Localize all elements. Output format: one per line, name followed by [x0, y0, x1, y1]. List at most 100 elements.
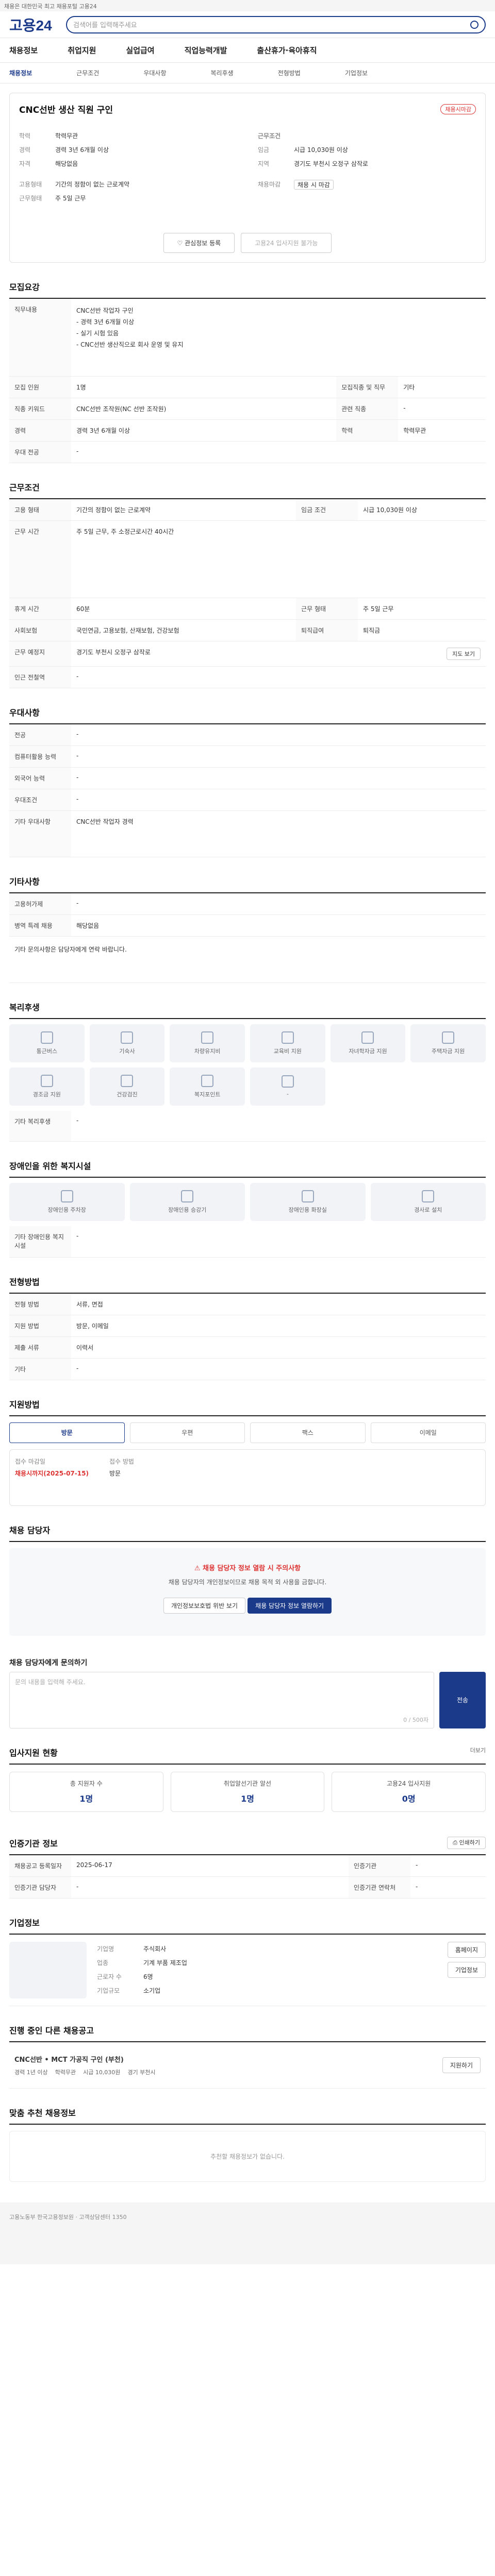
welfare-item: 교육비 지원 — [250, 1024, 325, 1062]
print-button[interactable]: ⎙ 인쇄하기 — [447, 1836, 486, 1849]
row-key: 지원 방법 — [9, 1315, 71, 1337]
section-tab[interactable]: 우대사항 — [143, 69, 166, 77]
welfare-item: 통근버스 — [9, 1024, 85, 1062]
recruit-section: 모집요강 직무내용 CNC선반 작업자 구인 - 경력 3년 6개월 이상 - … — [9, 277, 486, 463]
welfare-item: 경조금 지원 — [9, 1067, 85, 1106]
search-bar[interactable]: 검색어를 입력해주세요 — [66, 15, 486, 33]
status-section: 입사지원 현황 더보기 총 지원자 수 1명 취업알선기관 알선 1명 고용24 입… — [9, 1743, 486, 1819]
receive-label: 접수 마감일 — [15, 1458, 46, 1465]
welfare-label: 주택자금 지원 — [432, 1047, 465, 1055]
gnb-item[interactable]: 출산휴가·육아휴직 — [257, 45, 317, 56]
apply-button[interactable]: 고용24 입사지원 불가능 — [241, 233, 332, 253]
row-key: 인근 전철역 — [9, 666, 71, 688]
row-value: CNC선반 작업자 경력 — [71, 810, 486, 857]
row-key: 관련 직종 — [336, 398, 399, 420]
inquiry-textarea[interactable]: 문의 내용을 입력해 주세요. 0 / 500자 — [9, 1671, 434, 1728]
duty-line: CNC선반 작업자 구인 — [76, 307, 134, 314]
section-tab[interactable]: 기업정보 — [345, 69, 368, 77]
row-key: 퇴직급여 — [296, 619, 358, 641]
row-key: 기타 우대사항 — [9, 810, 71, 857]
section-tab[interactable]: 채용정보 — [9, 69, 32, 77]
stat-label: 고용24 입사지원 — [386, 1780, 431, 1787]
row-key: 모집 인원 — [9, 376, 71, 398]
similar-job-item[interactable]: CNC선반 • MCT 가공직 구인 (부천) 경력 1년 이상 학력무관 시급… — [9, 2042, 486, 2089]
status-stats: 총 지원자 수 1명 취업알선기관 알선 1명 고용24 입사지원 0명 — [9, 1765, 486, 1819]
stat-value: 0명 — [402, 1794, 416, 1804]
more-link[interactable]: 더보기 — [470, 1746, 486, 1758]
row-value: - — [71, 441, 486, 463]
map-button[interactable]: 지도 보기 — [447, 647, 481, 660]
point-icon — [201, 1074, 214, 1087]
site-logo[interactable]: 고용24 — [9, 14, 66, 35]
book-icon — [281, 1031, 294, 1044]
company-info-button[interactable]: 기업정보 — [447, 1961, 486, 1978]
row-key: 경력 — [9, 419, 71, 442]
gnb-item[interactable]: 취업지원 — [68, 45, 96, 56]
row-value: - — [71, 745, 486, 768]
row-key: 임금 조건 — [296, 499, 358, 521]
send-button[interactable]: 전송 — [439, 1671, 486, 1728]
summary-key: 지역 — [258, 160, 270, 167]
facility-label: 경사로 설치 — [414, 1207, 442, 1213]
row-key: 직종 키워드 — [9, 398, 71, 420]
gift-icon — [40, 1074, 53, 1087]
summary-key: 채용마감 — [258, 181, 281, 188]
contact-label: 접수 방법 — [109, 1458, 134, 1465]
homepage-button[interactable]: 홈페이지 — [447, 1941, 486, 1958]
welfare-item: 건강검진 — [89, 1067, 165, 1106]
summary-value: 학력무관 — [55, 132, 78, 140]
interest-button[interactable]: ♡ 관심정보 등록 — [163, 233, 235, 253]
duty-line: - 경력 3년 6개월 이상 — [76, 318, 135, 326]
summary-value: 경력 3년 6개월 이상 — [55, 146, 109, 154]
agree-view-button[interactable]: 채용 담당자 정보 열람하기 — [248, 1597, 332, 1614]
facility-item: 장애인용 주차장 — [9, 1183, 125, 1221]
duty-line: - 실기 시험 있음 — [76, 330, 119, 337]
status-title: 입사지원 현황 — [9, 1748, 58, 1758]
row-key: 전형 방법 — [9, 1293, 71, 1315]
row-key: 모집직종 및 직무 — [336, 376, 399, 398]
manager-section: 채용 담당자 ⚠ 채용 담당자 정보 열람 시 주의사항 채용 담당자의 개인정… — [9, 1520, 486, 1636]
row-key: 사회보험 — [9, 619, 71, 641]
print-label: 인쇄하기 — [459, 1839, 480, 1846]
reg-title: 인증기관 정보 — [9, 1838, 58, 1849]
tab-fax[interactable]: 팩스 — [250, 1422, 366, 1443]
tab-email[interactable]: 이메일 — [370, 1422, 486, 1443]
view-law-button[interactable]: 개인정보보호법 위반 보기 — [163, 1597, 246, 1614]
footer: 고용노동부 한국고용정보원 · 고객상담센터 1350 — [0, 2202, 495, 2264]
summary-value: 경기도 부천시 오정구 삼작로 — [294, 160, 368, 167]
gnb-item[interactable]: 채용정보 — [9, 45, 38, 56]
section-tabs: 채용정보 근무조건 우대사항 복리후생 전형방법 기업정보 — [0, 63, 495, 83]
company-key: 근로자 수 — [97, 1973, 122, 1980]
row-key: 우대조건 — [9, 789, 71, 811]
row-value: 기타 — [398, 376, 486, 398]
job-summary-right: 근무조건 임금 시급 10,030원 이상 지역 경기도 부천시 오정구 삼작로 채… — [258, 129, 476, 205]
company-key: 업종 — [97, 1959, 109, 1967]
section-tab[interactable]: 근무조건 — [76, 69, 99, 77]
gnb-item[interactable]: 직업능력개발 — [185, 45, 227, 56]
tab-mail[interactable]: 우편 — [129, 1422, 245, 1443]
row-key: 병역 특례 채용 — [9, 914, 71, 937]
welfare-label: 교육비 지원 — [273, 1047, 302, 1055]
warning-title-text: 채용 담당자 정보 열람 시 주의사항 — [203, 1564, 301, 1572]
search-icon[interactable] — [470, 20, 478, 29]
row-value: 국민연금, 고용보험, 산재보험, 건강보험 — [71, 619, 296, 641]
section-title: 입사지원 현황 더보기 — [9, 1743, 486, 1765]
similar-job-title[interactable]: CNC선반 • MCT 가공직 구인 (부천) — [14, 2054, 156, 2064]
section-tab[interactable]: 전형방법 — [278, 69, 301, 77]
section-tab[interactable]: 복리후생 — [211, 69, 234, 77]
facility-label: 장애인용 주차장 — [47, 1207, 86, 1213]
search-input[interactable]: 검색어를 입력해주세요 — [73, 20, 470, 29]
row-value: 주 5일 근무, 주 소정근로시간 40시간 — [71, 520, 486, 598]
summary-value: 시급 10,030원 이상 — [294, 146, 348, 154]
tab-visit[interactable]: 방문 — [9, 1422, 125, 1443]
interest-label: 관심정보 등록 — [185, 240, 221, 247]
reg-section: 인증기관 정보 ⎙ 인쇄하기 채용공고 등록일자 2025-06-17 인증기관 - … — [9, 1834, 486, 1899]
row-value: 1명 — [71, 376, 337, 398]
welfare-label: 복지포인트 — [194, 1091, 221, 1098]
apply-detail-box: 접수 마감일 채용시까지(2025-07-15) 접수 방법 방문 — [9, 1449, 486, 1506]
row-value: - — [71, 1226, 486, 1258]
gnb-item[interactable]: 실업급여 — [126, 45, 154, 56]
company-section: 기업정보 기업명 주식회사 업종 기계 부품 제조업 근로자 수 6명 기업규모 소기업… — [9, 1913, 486, 2006]
similar-apply-button[interactable]: 지원하기 — [442, 2057, 481, 2073]
parking-icon — [60, 1190, 73, 1202]
